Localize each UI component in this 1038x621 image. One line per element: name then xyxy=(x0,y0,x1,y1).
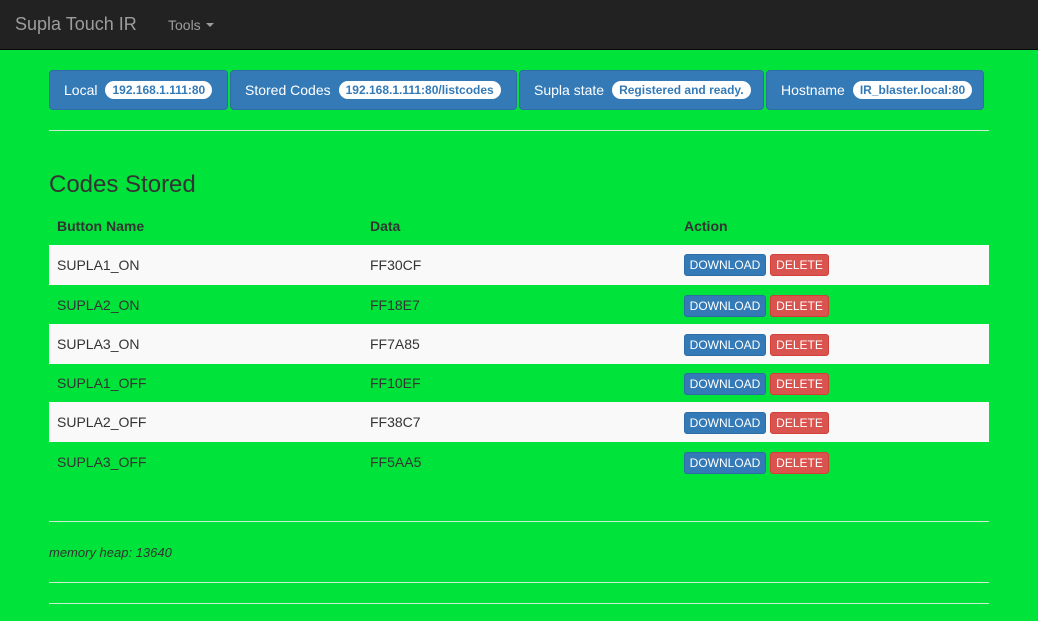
delete-button[interactable]: DELETE xyxy=(770,334,829,356)
download-button[interactable]: DOWNLOAD xyxy=(684,452,766,474)
row-name: SUPLA3_OFF xyxy=(57,454,147,470)
row-name: SUPLA1_ON xyxy=(57,257,140,273)
divider xyxy=(49,521,989,522)
delete-button[interactable]: DELETE xyxy=(770,373,829,395)
download-button[interactable]: DOWNLOAD xyxy=(684,373,766,395)
table-row: SUPLA3_ON FF7A85 DOWNLOAD DELETE xyxy=(49,324,989,364)
row-name: SUPLA1_OFF xyxy=(57,375,147,391)
header-button-name: Button Name xyxy=(57,218,145,234)
brand-link[interactable]: Supla Touch IR xyxy=(15,13,137,35)
table-row: SUPLA2_ON FF18E7 DOWNLOAD DELETE xyxy=(49,285,989,325)
download-button[interactable]: DOWNLOAD xyxy=(684,412,766,434)
table-row: SUPLA1_OFF FF10EF DOWNLOAD DELETE xyxy=(49,363,989,403)
delete-button[interactable]: DELETE xyxy=(770,452,829,474)
page-title: Codes Stored xyxy=(49,171,196,198)
delete-button[interactable]: DELETE xyxy=(770,295,829,317)
download-button[interactable]: DOWNLOAD xyxy=(684,254,766,276)
hostname-button[interactable]: Hostname IR_blaster.local:80 xyxy=(766,70,984,110)
download-button[interactable]: DOWNLOAD xyxy=(684,295,766,317)
delete-button[interactable]: DELETE xyxy=(770,254,829,276)
divider xyxy=(49,582,989,583)
supla-state-label: Supla state xyxy=(534,82,605,98)
supla-state-badge: Registered and ready. xyxy=(612,81,751,99)
hostname-badge: IR_blaster.local:80 xyxy=(852,81,973,99)
stored-codes-button[interactable]: Stored Codes 192.168.1.111:80/listcodes xyxy=(230,70,517,110)
table-row: SUPLA1_ON FF30CF DOWNLOAD DELETE xyxy=(49,245,989,285)
delete-button[interactable]: DELETE xyxy=(770,412,829,434)
download-button[interactable]: DOWNLOAD xyxy=(684,334,766,356)
local-badge: 192.168.1.111:80 xyxy=(105,81,213,99)
row-name: SUPLA2_OFF xyxy=(57,414,147,430)
stored-codes-badge: 192.168.1.111:80/listcodes xyxy=(338,81,501,99)
supla-state-button[interactable]: Supla state Registered and ready. xyxy=(519,70,764,110)
row-data: FF30CF xyxy=(370,257,422,273)
tools-dropdown[interactable]: Tools xyxy=(168,16,214,34)
table-row: SUPLA3_OFF FF5AA5 DOWNLOAD DELETE xyxy=(49,442,989,482)
header-data: Data xyxy=(370,218,401,234)
header-action: Action xyxy=(684,218,728,234)
table-row: SUPLA2_OFF FF38C7 DOWNLOAD DELETE xyxy=(49,402,989,442)
divider xyxy=(49,603,989,604)
hostname-label: Hostname xyxy=(781,82,845,98)
row-data: FF38C7 xyxy=(370,414,421,430)
row-data: FF7A85 xyxy=(370,336,420,352)
row-data: FF5AA5 xyxy=(370,454,422,470)
local-button[interactable]: Local 192.168.1.111:80 xyxy=(49,70,228,110)
row-name: SUPLA3_ON xyxy=(57,336,140,352)
memory-heap-text: memory heap: 13640 xyxy=(49,545,172,560)
row-data: FF18E7 xyxy=(370,297,420,313)
divider xyxy=(49,130,989,131)
stored-codes-label: Stored Codes xyxy=(245,82,331,98)
navbar: Supla Touch IR Tools xyxy=(0,0,1038,50)
row-name: SUPLA2_ON xyxy=(57,297,140,313)
tools-label: Tools xyxy=(168,17,201,33)
caret-down-icon xyxy=(205,23,214,27)
local-label: Local xyxy=(64,82,98,98)
row-data: FF10EF xyxy=(370,375,421,391)
